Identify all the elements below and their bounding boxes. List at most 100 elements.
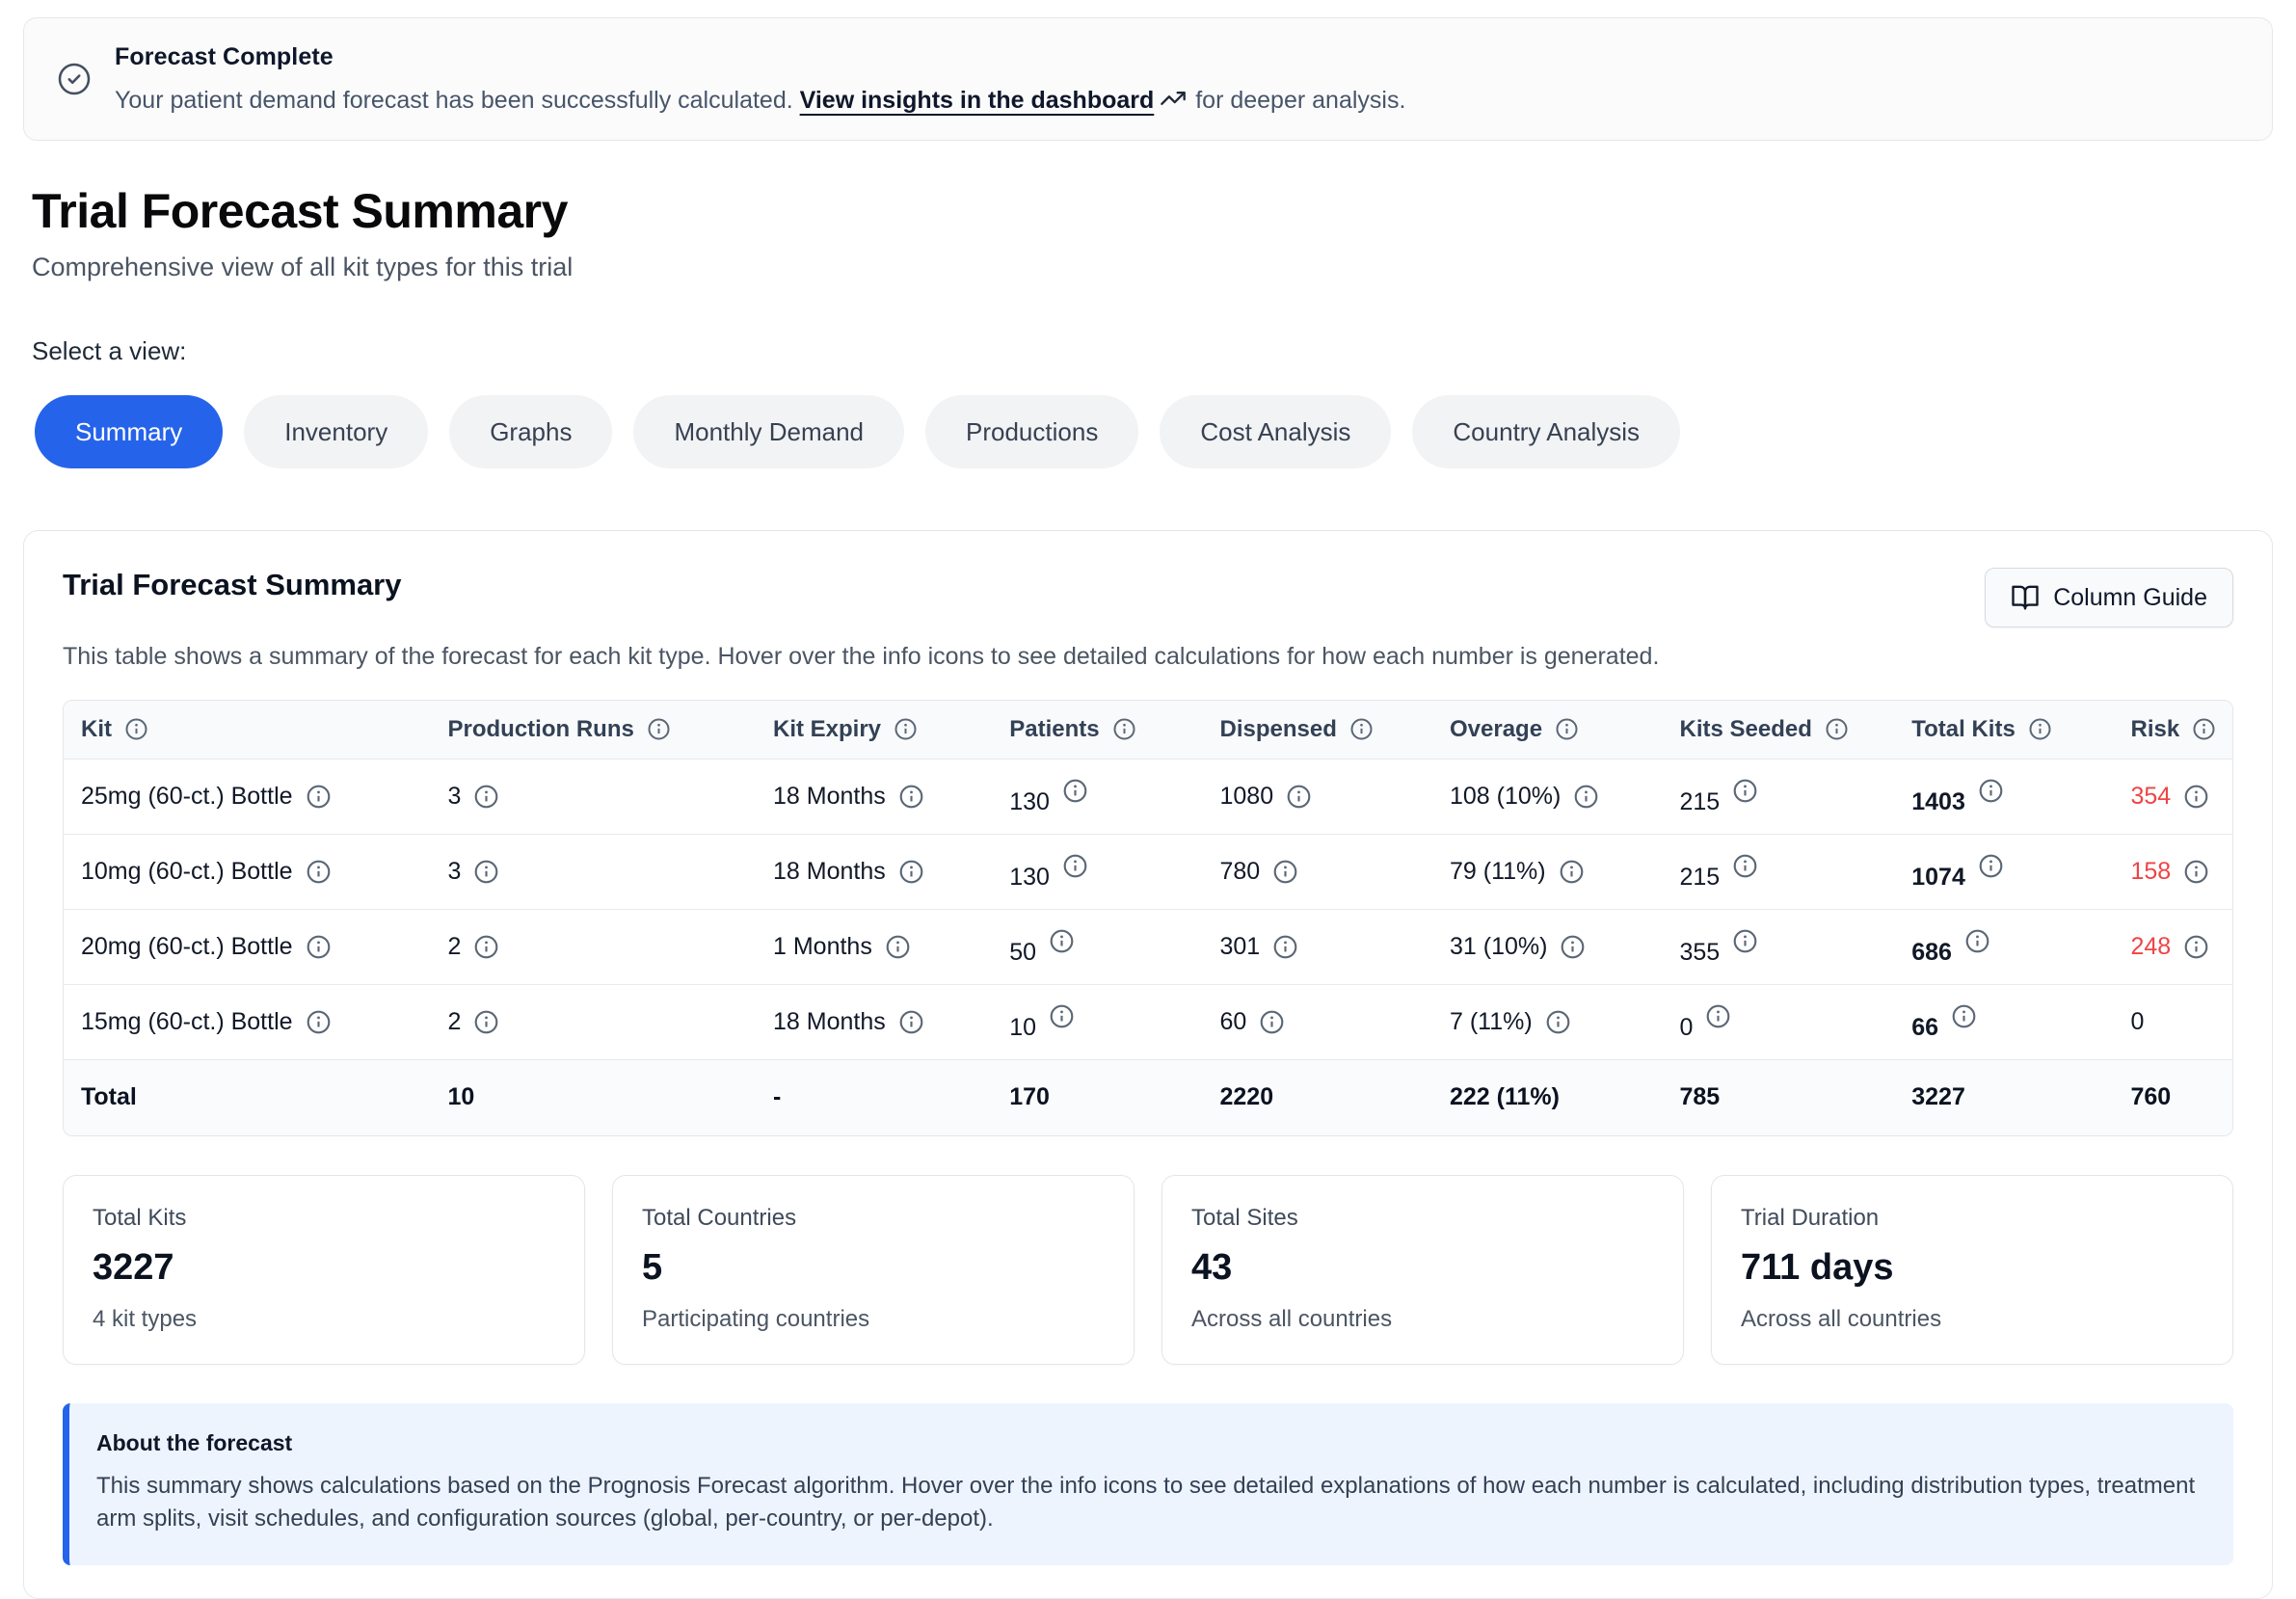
info-icon[interactable]	[2192, 717, 2216, 741]
cell-patients: 130	[994, 760, 1204, 835]
info-icon[interactable]	[898, 784, 924, 810]
about-forecast-note: About the forecast This summary shows ca…	[63, 1403, 2233, 1566]
info-icon[interactable]	[1259, 1009, 1285, 1035]
info-icon[interactable]	[1062, 778, 1088, 804]
cell-total_kits: 1403	[1896, 760, 2115, 835]
info-icon[interactable]	[1049, 928, 1075, 954]
cell-dispensed: 301	[1205, 910, 1435, 985]
tab-country-analysis[interactable]: Country Analysis	[1412, 395, 1680, 468]
info-icon[interactable]	[1825, 717, 1849, 741]
tab-cost-analysis[interactable]: Cost Analysis	[1160, 395, 1391, 468]
tab-graphs[interactable]: Graphs	[449, 395, 612, 468]
stat-sub: 4 kit types	[93, 1306, 555, 1333]
book-open-icon	[2011, 583, 2040, 612]
stat-card: Trial Duration711 daysAcross all countri…	[1711, 1175, 2233, 1365]
info-icon[interactable]	[306, 784, 332, 810]
info-icon[interactable]	[1951, 1003, 1977, 1029]
banner-message-text: Your patient demand forecast has been su…	[115, 87, 800, 114]
info-icon[interactable]	[1286, 784, 1312, 810]
cell-production_runs: 2	[433, 910, 759, 985]
info-icon[interactable]	[473, 934, 499, 960]
card-title: Trial Forecast Summary	[63, 568, 402, 602]
cell-kit_expiry: 18 Months	[758, 835, 994, 910]
table-row: 15mg (60-ct.) Bottle218 Months10607 (11%…	[64, 985, 2232, 1060]
cell-kits_seeded: 0	[1665, 985, 1897, 1060]
stat-card: Total Countries5Participating countries	[612, 1175, 1135, 1365]
column-header-kit: Kit	[64, 701, 433, 760]
cell-overage: 7 (11%)	[1434, 985, 1665, 1060]
stat-value: 711 days	[1741, 1247, 2203, 1289]
cell-kit_expiry: 18 Months	[758, 760, 994, 835]
info-icon[interactable]	[2183, 934, 2209, 960]
info-icon[interactable]	[1732, 928, 1758, 954]
cell-total_kits: 686	[1896, 910, 2115, 985]
info-icon[interactable]	[1978, 778, 2004, 804]
column-header-dispensed: Dispensed	[1205, 701, 1435, 760]
info-icon[interactable]	[2183, 859, 2209, 885]
total-kit: Total	[64, 1060, 433, 1135]
info-icon[interactable]	[1349, 717, 1374, 741]
info-icon[interactable]	[885, 934, 911, 960]
summary-card: Trial Forecast Summary Column Guide This…	[23, 530, 2273, 1599]
table-total-row: Total10-1702220222 (11%)7853227760	[64, 1060, 2232, 1135]
info-icon[interactable]	[1978, 853, 2004, 879]
tab-inventory[interactable]: Inventory	[244, 395, 428, 468]
dashboard-link[interactable]: View insights in the dashboard	[800, 87, 1155, 114]
info-icon[interactable]	[647, 717, 671, 741]
info-icon[interactable]	[1705, 1003, 1731, 1029]
info-icon[interactable]	[306, 934, 332, 960]
forecast-complete-banner: Forecast Complete Your patient demand fo…	[23, 17, 2273, 141]
info-icon[interactable]	[1555, 717, 1579, 741]
total-production_runs: 10	[433, 1060, 759, 1135]
info-icon[interactable]	[898, 859, 924, 885]
cell-patients: 50	[994, 910, 1204, 985]
cell-kit: 20mg (60-ct.) Bottle	[64, 910, 433, 985]
info-icon[interactable]	[1559, 859, 1585, 885]
info-icon[interactable]	[473, 859, 499, 885]
column-guide-label: Column Guide	[2053, 584, 2207, 612]
info-icon[interactable]	[2183, 784, 2209, 810]
stat-label: Total Countries	[642, 1205, 1105, 1232]
cell-risk: 158	[2116, 835, 2233, 910]
tab-productions[interactable]: Productions	[925, 395, 1138, 468]
info-icon[interactable]	[1573, 784, 1599, 810]
info-icon[interactable]	[124, 717, 148, 741]
tab-summary[interactable]: Summary	[35, 395, 223, 468]
info-icon[interactable]	[1732, 853, 1758, 879]
info-icon[interactable]	[1112, 717, 1136, 741]
column-guide-button[interactable]: Column Guide	[1985, 568, 2233, 627]
info-icon[interactable]	[1732, 778, 1758, 804]
stat-cards: Total Kits32274 kit typesTotal Countries…	[63, 1175, 2233, 1365]
info-icon[interactable]	[473, 1009, 499, 1035]
table-row: 20mg (60-ct.) Bottle21 Months5030131 (10…	[64, 910, 2232, 985]
info-icon[interactable]	[1964, 928, 1990, 954]
check-circle-icon	[57, 62, 92, 96]
cell-overage: 31 (10%)	[1434, 910, 1665, 985]
cell-dispensed: 60	[1205, 985, 1435, 1060]
info-icon[interactable]	[2028, 717, 2052, 741]
table-header-row: KitProduction RunsKit ExpiryPatientsDisp…	[64, 701, 2232, 760]
info-icon[interactable]	[1272, 859, 1298, 885]
cell-overage: 108 (10%)	[1434, 760, 1665, 835]
info-icon[interactable]	[894, 717, 918, 741]
info-icon[interactable]	[1272, 934, 1298, 960]
page-subtitle: Comprehensive view of all kit types for …	[32, 253, 2264, 282]
info-icon[interactable]	[473, 784, 499, 810]
info-icon[interactable]	[1545, 1009, 1571, 1035]
cell-kits_seeded: 355	[1665, 910, 1897, 985]
card-header: Trial Forecast Summary Column Guide	[63, 568, 2233, 627]
info-icon[interactable]	[306, 1009, 332, 1035]
cell-kit_expiry: 18 Months	[758, 985, 994, 1060]
column-header-production-runs: Production Runs	[433, 701, 759, 760]
total-kit_expiry: -	[758, 1060, 994, 1135]
column-header-total-kits: Total Kits	[1896, 701, 2115, 760]
stat-sub: Participating countries	[642, 1306, 1105, 1333]
column-header-patients: Patients	[994, 701, 1204, 760]
info-icon[interactable]	[1062, 853, 1088, 879]
info-icon[interactable]	[1049, 1003, 1075, 1029]
info-icon[interactable]	[898, 1009, 924, 1035]
info-icon[interactable]	[1560, 934, 1586, 960]
trending-up-icon	[1154, 87, 1188, 114]
info-icon[interactable]	[306, 859, 332, 885]
tab-monthly-demand[interactable]: Monthly Demand	[633, 395, 904, 468]
